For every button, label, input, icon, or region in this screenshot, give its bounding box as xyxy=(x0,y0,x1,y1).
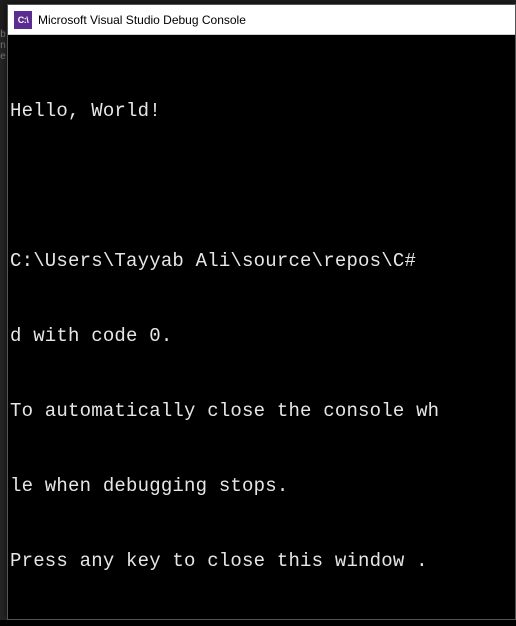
console-line: le when debugging stops. xyxy=(10,474,513,499)
console-line: Hello, World! xyxy=(10,99,513,124)
console-line: C:\Users\Tayyab Ali\source\repos\C# xyxy=(10,249,513,274)
debug-console-window[interactable]: C:\ Microsoft Visual Studio Debug Consol… xyxy=(7,4,516,620)
app-icon: C:\ xyxy=(14,11,32,29)
console-line: To automatically close the console wh xyxy=(10,399,513,424)
console-output[interactable]: Hello, World! C:\Users\Tayyab Ali\source… xyxy=(8,35,515,626)
console-line: Press any key to close this window . xyxy=(10,549,513,574)
window-title: Microsoft Visual Studio Debug Console xyxy=(38,13,246,27)
titlebar[interactable]: C:\ Microsoft Visual Studio Debug Consol… xyxy=(8,5,515,35)
console-blank-line xyxy=(10,174,513,199)
console-line: d with code 0. xyxy=(10,324,513,349)
